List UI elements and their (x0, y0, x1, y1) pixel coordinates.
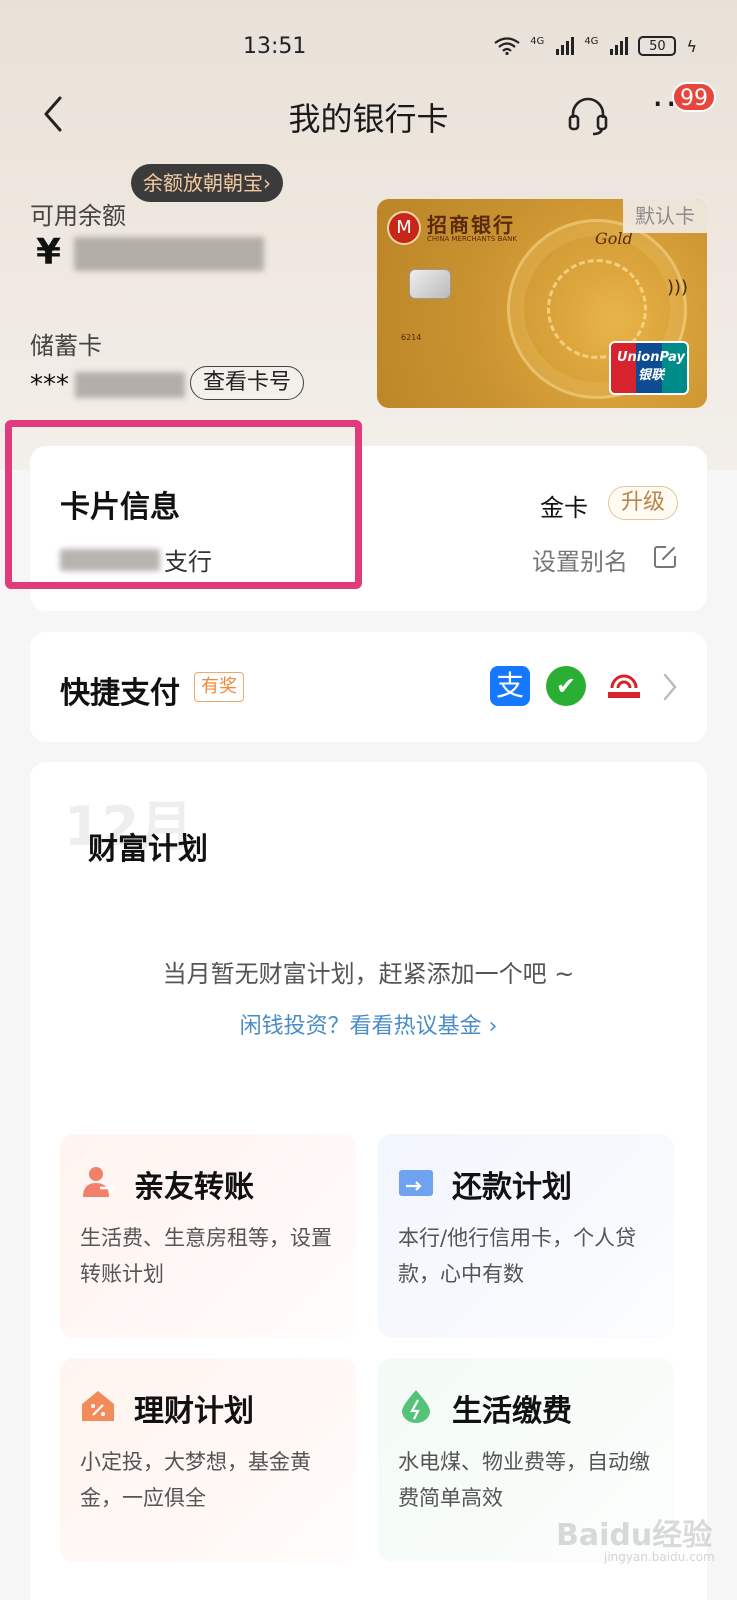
card-number: *** (30, 370, 185, 400)
balance-label: 可用余额 (30, 202, 126, 230)
unionpay-text: UnionPay 银联 (613, 349, 689, 385)
title-bar: 我的银行卡 ··· (0, 86, 737, 146)
tile-desc: 生活费、生意房租等，设置转账计划 (80, 1226, 332, 1286)
wifi-icon (494, 37, 520, 55)
tile-title: 理财计划 (134, 1394, 254, 1429)
quick-pay-row[interactable]: 快捷支付 有奖 支 ✔ (30, 632, 707, 742)
signal-icon (610, 37, 629, 55)
baidu-watermark: Baidu经验 (556, 1518, 713, 1553)
battery-icon: 50 (638, 36, 677, 56)
balance-value: ¥ (36, 232, 264, 273)
card-level: 金卡 (540, 494, 588, 522)
utility-drop-icon (402, 1390, 430, 1423)
wechat-pay-icon: ✔ (546, 666, 586, 706)
bank-card-image[interactable]: M 招商银行 CHINA MERCHANTS BANK Gold 默认卡 )))… (377, 199, 707, 408)
quick-pay-title: 快捷支付 (60, 676, 180, 711)
view-card-number-button[interactable]: 查看卡号 (190, 366, 305, 400)
upgrade-button[interactable]: 升级 (608, 486, 679, 520)
unionpay-name-cn: 银联 (637, 368, 664, 383)
tile-desc: 小定投，大梦想，基金黄金，一应俱全 (80, 1450, 311, 1510)
customer-service-button[interactable] (565, 92, 611, 138)
currency-symbol: ¥ (36, 232, 62, 273)
person-transfer-icon (83, 1167, 116, 1197)
hot-funds-link[interactable]: 闲钱投资？看看热议基金 › (30, 1008, 707, 1040)
highlight-annotation (5, 420, 362, 589)
signal-icon (556, 37, 575, 55)
edit-icon[interactable] (652, 544, 678, 570)
card-number-prefix: *** (30, 370, 69, 400)
tile-desc: 本行/他行信用卡，个人贷款，心中有数 (398, 1226, 637, 1286)
cmb-logo-icon: M (387, 211, 421, 245)
wealth-house-icon (82, 1391, 114, 1421)
tile-title: 还款计划 (452, 1170, 572, 1205)
charging-icon: ϟ (686, 36, 697, 56)
status-bar: 13:51 4G 4G 50 ϟ (0, 30, 737, 70)
card-repay-icon (399, 1170, 433, 1196)
tile-desc: 水电煤、物业费等，自动缴费简单高效 (398, 1450, 650, 1510)
wealth-plan-section: 12月 财富计划 当月暂无财富计划，赶紧添加一个吧 ~ 闲钱投资？看看热议基金 … (30, 762, 707, 1600)
card-number-print: 6214 (401, 333, 422, 342)
alipay-icon: 支 (490, 666, 530, 706)
network-type-2: 4G (584, 36, 599, 47)
quickpass-icon (608, 674, 640, 698)
card-bank-name-en: CHINA MERCHANTS BANK (427, 235, 517, 243)
tile-repayment-plan[interactable]: 还款计划 本行/他行信用卡，个人贷款，心中有数 (378, 1134, 674, 1338)
chevron-right-icon (663, 673, 677, 701)
tile-title: 生活缴费 (452, 1394, 572, 1429)
notification-badge: 99 (672, 82, 716, 112)
tile-title: 亲友转账 (134, 1170, 254, 1205)
wealth-plan-title: 财富计划 (88, 832, 208, 867)
empty-state-text: 当月暂无财富计划，赶紧添加一个吧 ~ (162, 960, 575, 988)
balance-redacted (73, 237, 264, 271)
network-type-1: 4G (530, 36, 545, 47)
status-time: 13:51 (243, 34, 307, 59)
set-alias-button[interactable]: 设置别名 (532, 542, 628, 577)
zhaozhaobao-promo-button[interactable]: 余额放朝朝宝› (131, 164, 283, 202)
status-icons: 4G 4G 50 ϟ (494, 36, 697, 56)
chip-icon (409, 269, 451, 299)
card-type-label: 储蓄卡 (30, 332, 102, 360)
tile-wealth-plan[interactable]: 理财计划 小定投，大梦想，基金黄金，一应俱全 (60, 1358, 356, 1562)
default-card-tag: 默认卡 (623, 199, 707, 233)
reward-badge: 有奖 (194, 672, 244, 702)
baidu-watermark-url: jingyan.baidu.com (604, 1550, 715, 1564)
card-number-redacted (75, 372, 185, 398)
page-title: 我的银行卡 (288, 100, 449, 138)
headset-icon (568, 97, 608, 136)
contactless-icon: ))) (667, 277, 689, 298)
card-bank-name: 招商银行 (427, 213, 515, 237)
tile-friend-transfer[interactable]: 亲友转账 生活费、生意房租等，设置转账计划 (60, 1134, 356, 1338)
unionpay-name: UnionPay (617, 350, 685, 365)
